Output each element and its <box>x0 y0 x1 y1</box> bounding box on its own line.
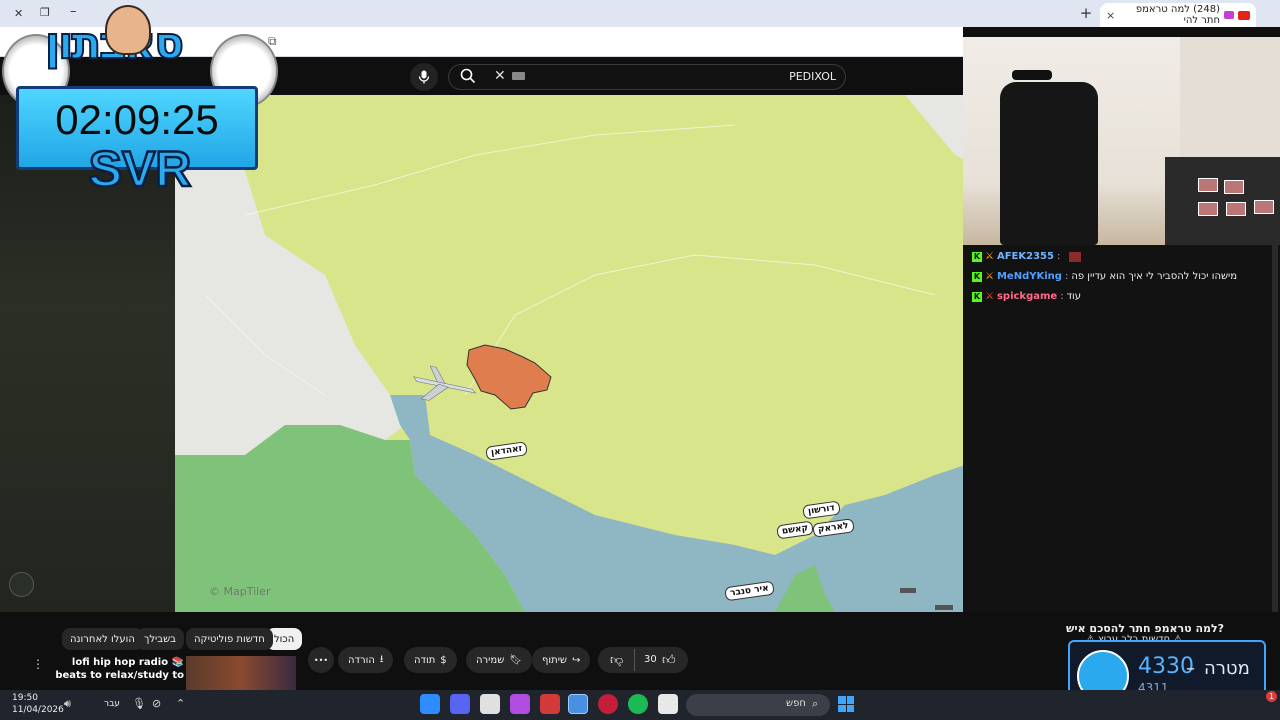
voice-search-button[interactable] <box>410 63 438 91</box>
goal-label: מטרה <box>1204 658 1250 679</box>
kick-badge-icon: K <box>972 291 982 302</box>
chat-separator: : <box>1056 251 1061 262</box>
network-icon[interactable]: ⊘ <box>152 697 161 710</box>
share-button[interactable]: שיתוף ↪ <box>532 647 591 673</box>
like-count[interactable]: 30 <box>644 654 657 665</box>
recommended-more-icon[interactable]: ⋮ <box>32 657 44 671</box>
webcam-photo <box>1226 202 1246 216</box>
chat-username[interactable]: spickgame <box>997 291 1057 302</box>
webcam-chair <box>1000 82 1098 245</box>
thanks-label: תודה <box>414 654 436 666</box>
chat-separator: : <box>1064 271 1069 282</box>
notification-badge[interactable]: 1 <box>1266 691 1277 702</box>
tab-title: (248) למה טראמפ חתר להי <box>1135 4 1220 26</box>
keyboard-language[interactable]: עבר <box>104 699 120 709</box>
new-tab-button[interactable]: + <box>1078 4 1094 22</box>
minimize-window-icon[interactable]: – <box>70 4 77 19</box>
youtube-favicon-icon <box>1238 10 1250 20</box>
recommended-title[interactable]: lofi hip hop radio 📚 beats to relax/stud… <box>44 656 184 682</box>
share-label: שיתוף <box>542 654 568 666</box>
app-icon[interactable] <box>598 694 618 714</box>
mascot-avatar <box>105 5 151 55</box>
chip-for-you[interactable]: בשבילך <box>136 628 184 650</box>
chat-text: מישהו יכול להסביר לי איך הוא עדיין פה <box>1071 271 1238 282</box>
volume-icon[interactable]: 🔊︎ <box>64 697 71 711</box>
taskbar-search-label: חפש <box>786 698 806 709</box>
kick-badge-icon: K <box>972 271 982 282</box>
mic-icon[interactable]: 🎙︎ <box>132 697 146 710</box>
sword-badge-icon: ⚔ <box>985 291 994 302</box>
clear-search-icon[interactable]: ✕ <box>494 68 506 84</box>
tab-close-icon[interactable]: × <box>1106 9 1115 22</box>
more-actions-button[interactable]: ••• <box>308 647 334 673</box>
save-button[interactable]: שמירה 🔖︎ <box>466 647 532 673</box>
browser-tab[interactable]: (248) למה טראמפ חתר להי × <box>1100 3 1256 27</box>
chat-separator: : <box>1060 291 1064 302</box>
chip-recently-uploaded[interactable]: הועלו לאחרונה <box>62 628 143 650</box>
dollar-icon: $ <box>440 654 447 666</box>
taskbar-search[interactable] <box>686 694 830 716</box>
goal-dash: – <box>1186 658 1195 679</box>
webcam-photo <box>1254 200 1274 214</box>
chat-text: עוד <box>1066 291 1082 302</box>
kick-badge-icon: K <box>972 251 982 262</box>
map-attribution: © MapTiler <box>209 585 271 598</box>
chat-message: K ⚔ spickgame : עוד <box>972 291 1081 302</box>
save-label: שמירה <box>476 654 505 666</box>
webcam-photo <box>1198 178 1218 192</box>
dislike-button-icon[interactable]: 👎︎ <box>610 653 623 668</box>
webcam-chair-headrest <box>1012 70 1052 80</box>
obs-app-icon[interactable] <box>510 694 530 714</box>
windows-start-icon[interactable] <box>838 696 854 712</box>
chat-username[interactable]: AFEK2355 <box>997 251 1054 262</box>
download-label: הורדה <box>348 654 375 666</box>
svr-tag: SVR <box>87 140 192 199</box>
chevron-up-icon[interactable]: ⌃ <box>176 697 185 710</box>
discord-app-icon[interactable] <box>450 694 470 714</box>
emote-icon <box>1069 251 1082 262</box>
chat-scrollbar[interactable] <box>1272 245 1278 620</box>
like-button-icon[interactable]: 👍︎ <box>662 653 676 668</box>
spotify-app-icon[interactable] <box>628 694 648 714</box>
search-icon[interactable] <box>460 68 476 88</box>
keyboard-icon[interactable] <box>512 72 525 80</box>
search-query-text: PEDIXOL <box>789 70 836 83</box>
app-icon[interactable] <box>480 694 500 714</box>
file-explorer-icon[interactable] <box>658 694 678 714</box>
like-dislike-group: 👎︎ 30 👍︎ <box>598 647 688 673</box>
chrome-app-icon[interactable] <box>568 694 588 714</box>
chat-username[interactable]: MeNdYKing <box>997 271 1062 282</box>
download-icon: ⭳ <box>379 653 384 665</box>
sword-badge-icon: ⚔ <box>985 251 994 262</box>
thanks-button[interactable]: תודה $ <box>404 647 457 673</box>
webcam-photo <box>1198 202 1218 216</box>
video-player[interactable]: זאהדאן דורשון קאשם לאראק איר סנבר © MapT… <box>175 95 1095 612</box>
webcam-background-door <box>1180 37 1280 157</box>
close-window-icon[interactable]: ✕ <box>14 7 23 20</box>
chat-message: K ⚔ MeNdYKing : מישהו יכול להסביר לי איך… <box>972 271 1237 282</box>
taskbar-time[interactable]: 19:50 <box>12 693 38 703</box>
bookmark-icon: 🔖︎ <box>509 654 522 666</box>
webcam-photo <box>1224 180 1244 194</box>
recording-indicator-icon <box>1224 11 1234 19</box>
telegram-app-icon[interactable] <box>420 694 440 714</box>
app-icon[interactable] <box>540 694 560 714</box>
recommended-thumbnail[interactable] <box>186 656 296 690</box>
map-graphic <box>175 95 1095 612</box>
microphone-icon <box>418 70 430 84</box>
search-input[interactable] <box>448 64 846 90</box>
share-icon: ↪ <box>572 654 581 666</box>
subathon-timer: 02:09:25 <box>55 96 219 143</box>
taskbar-date[interactable]: 11/04/2026 <box>12 705 64 715</box>
chip-political-news[interactable]: חדשות פוליטיקה <box>186 628 273 650</box>
chat-message: K ⚔ AFEK2355 : <box>972 251 1082 262</box>
download-button[interactable]: הורדה ⭳ <box>338 647 394 673</box>
sword-badge-icon: ⚔ <box>985 271 994 282</box>
globe-icon <box>9 572 34 597</box>
search-icon: ⌕ <box>812 697 819 710</box>
